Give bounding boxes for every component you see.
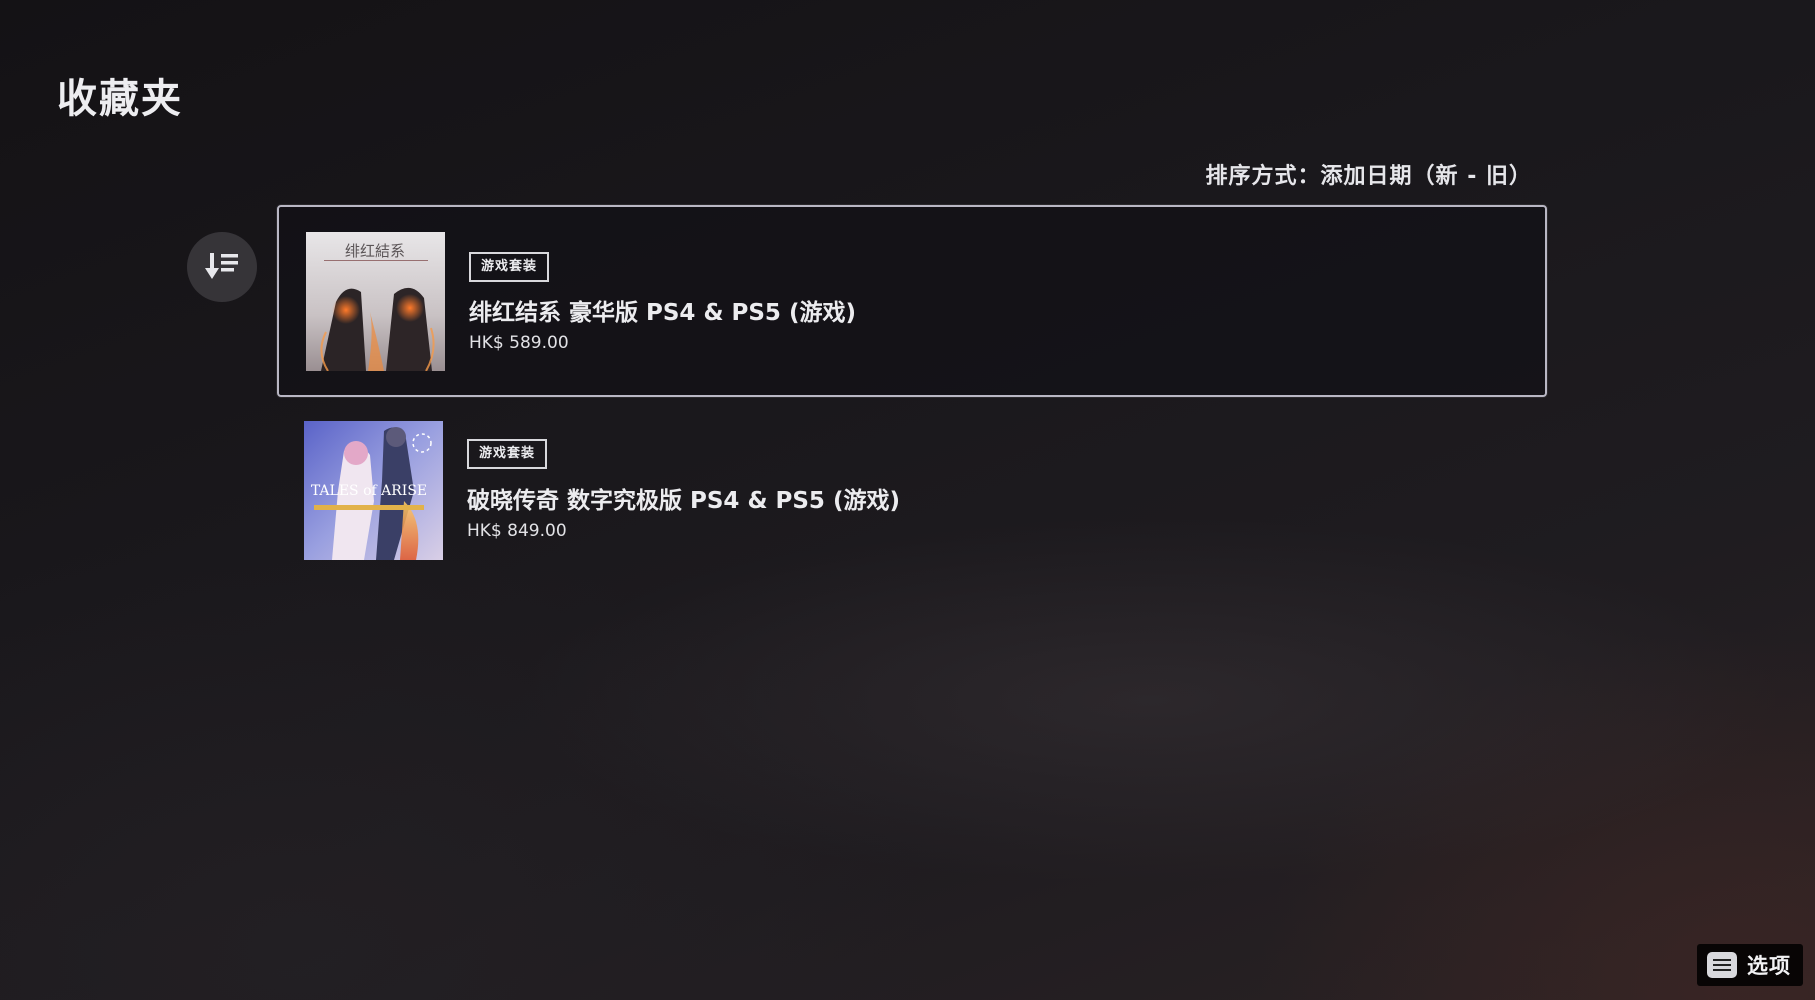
bundle-badge: 游戏套装 — [467, 439, 548, 469]
page-title: 收藏夹 — [57, 76, 183, 122]
bundle-badge: 游戏套装 — [469, 252, 550, 282]
svg-text:绯红結系: 绯红結系 — [345, 242, 405, 260]
options-button-hint[interactable]: 选项 — [1697, 944, 1803, 986]
sort-button[interactable] — [187, 232, 257, 302]
game-price: HK$ 589.00 — [469, 333, 569, 353]
sort-order-label: 排序方式：添加日期（新 - 旧） — [1205, 164, 1532, 189]
options-menu-icon — [1707, 952, 1737, 978]
svg-text:TALES of ARISE: TALES of ARISE — [311, 483, 427, 499]
game-title: 绯红结系 豪华版 PS4 & PS5 (游戏) — [469, 300, 856, 326]
game-cover-image: 绯红結系 — [306, 232, 445, 371]
game-title: 破晓传奇 数字究极版 PS4 & PS5 (游戏) — [467, 488, 900, 514]
game-price: HK$ 849.00 — [467, 521, 567, 541]
game-cover-image: TALES of ARISE — [304, 421, 443, 560]
wishlist-item[interactable]: 绯红結系 游戏套装 绯红结系 豪华版 PS4 & PS5 (游戏) HK$ 58… — [277, 205, 1547, 397]
options-label: 选项 — [1747, 954, 1791, 978]
sort-descending-icon — [205, 253, 238, 279]
wishlist-item[interactable]: TALES of ARISE 游戏套装 破晓传奇 数字究极版 PS4 & PS5… — [277, 395, 1547, 587]
